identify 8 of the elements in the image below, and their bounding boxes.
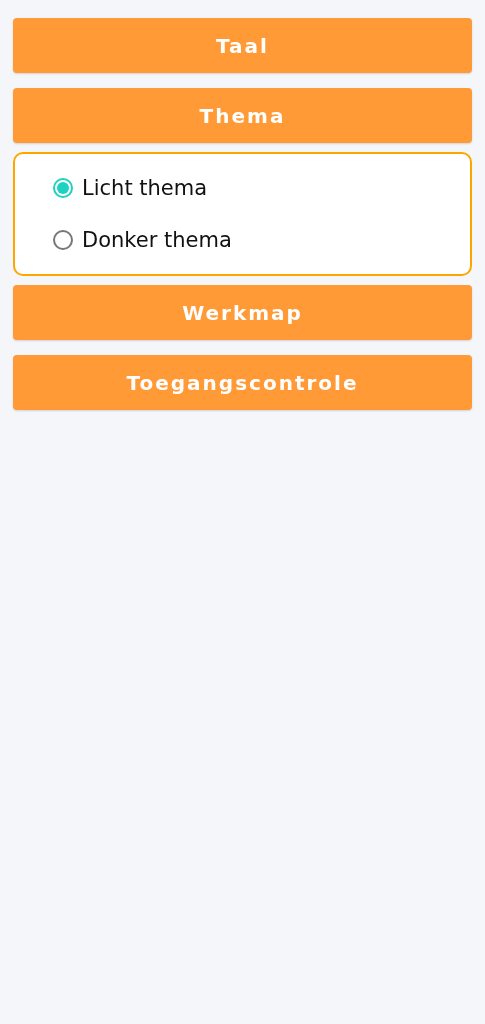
section-button[interactable]: Taal	[13, 18, 472, 73]
radio-button[interactable]	[53, 230, 73, 250]
section-button[interactable]: Thema	[13, 88, 472, 143]
section-button[interactable]: Werkmap	[13, 285, 472, 340]
option-label: Donker thema	[82, 228, 232, 252]
section-button[interactable]: Toegangscontrole	[13, 355, 472, 410]
option-label: Licht thema	[82, 176, 208, 200]
radio-button[interactable]	[53, 178, 73, 198]
